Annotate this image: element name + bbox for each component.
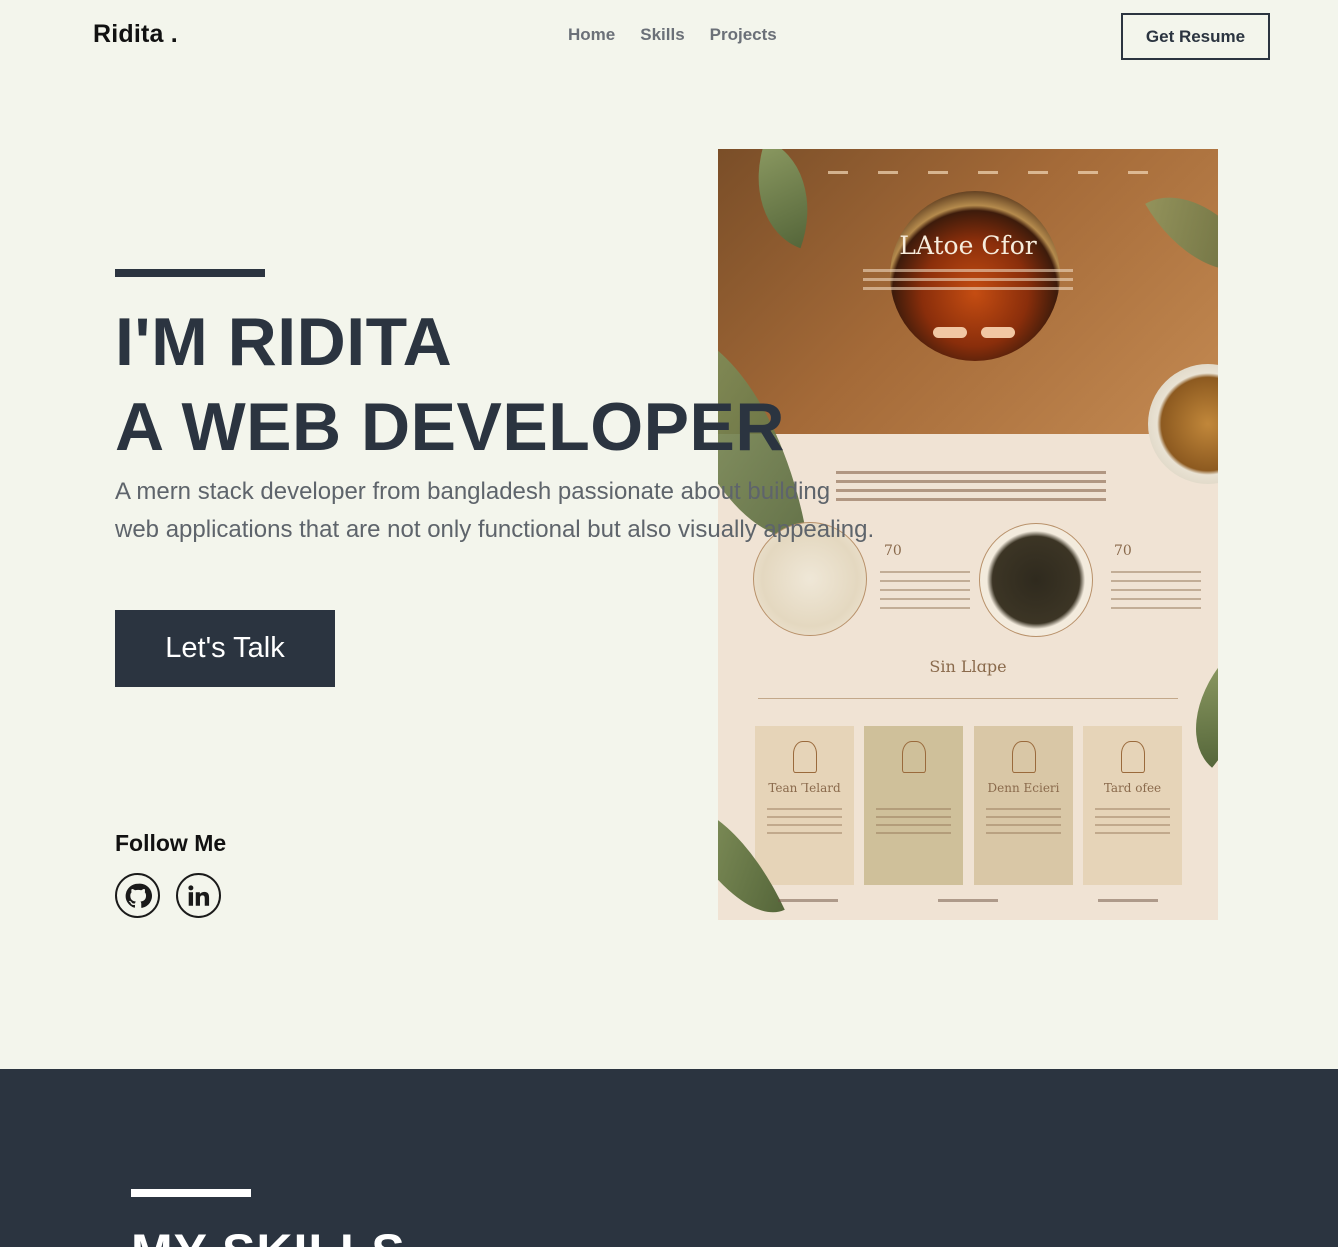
get-resume-button[interactable]: Get Resume — [1121, 13, 1270, 60]
hero-accent-rule — [115, 269, 265, 277]
nav-link-skills[interactable]: Skills — [640, 25, 684, 45]
linkedin-link[interactable] — [176, 873, 221, 918]
mockup-text-lines — [880, 571, 970, 616]
skills-section: MY SKILLS — [0, 1069, 1338, 1247]
mockup-paragraph — [836, 471, 1106, 507]
hero-description: A mern stack developer from bangladesh p… — [115, 478, 875, 543]
mockup-text-lines — [1111, 571, 1201, 616]
teapot-icon — [793, 741, 817, 773]
mockup-card-title: Denn Ecieri — [987, 781, 1060, 795]
tea-leaves-image — [979, 523, 1093, 637]
mockup-section-title: Sin Llɑpe — [929, 657, 1007, 676]
skills-accent-rule — [131, 1189, 251, 1197]
mockup-card — [864, 726, 963, 885]
mockup-divider — [758, 698, 1178, 699]
lets-talk-button[interactable]: Let's Talk — [115, 610, 335, 687]
linkedin-icon — [187, 884, 209, 906]
mockup-card: Tean Ꞁelard — [755, 726, 854, 885]
mockup-card: Denn Ecieri — [974, 726, 1073, 885]
mockup-card-title: Tean Ꞁelard — [768, 781, 841, 795]
mockup-heading: LAtoe Cfor — [899, 231, 1037, 260]
mockup-number-right: 70 — [1114, 543, 1132, 559]
follow-me-label: Follow Me — [115, 830, 227, 856]
hero-title-line-2: A WEB DEVELOPER — [115, 389, 785, 465]
hero-title-line-1: I'M RIDITA — [115, 304, 453, 380]
nav-links: Home Skills Projects — [568, 25, 777, 45]
mockup-footer — [778, 899, 1158, 902]
mockup-card: Tard ofee — [1083, 726, 1182, 885]
top-navbar: Ridita . Home Skills Projects Get Resume — [0, 0, 1338, 70]
site-logo[interactable]: Ridita . — [93, 20, 178, 49]
skills-title: MY SKILLS — [131, 1223, 406, 1247]
mockup-buttons — [933, 327, 1015, 338]
kettle-icon — [902, 741, 926, 773]
mockup-nav — [778, 171, 1178, 175]
nav-link-home[interactable]: Home — [568, 25, 615, 45]
mockup-subtext — [863, 269, 1073, 296]
hero-title: I'M RIDITA A WEB DEVELOPER — [115, 300, 785, 470]
mockup-card-title: Tard ofee — [1103, 781, 1162, 795]
nav-link-projects[interactable]: Projects — [710, 25, 777, 45]
mockup-number-left: 70 — [884, 543, 902, 559]
github-link[interactable] — [115, 873, 160, 918]
jar-icon — [1121, 741, 1145, 773]
github-icon — [125, 883, 152, 908]
cup-icon — [1012, 741, 1036, 773]
